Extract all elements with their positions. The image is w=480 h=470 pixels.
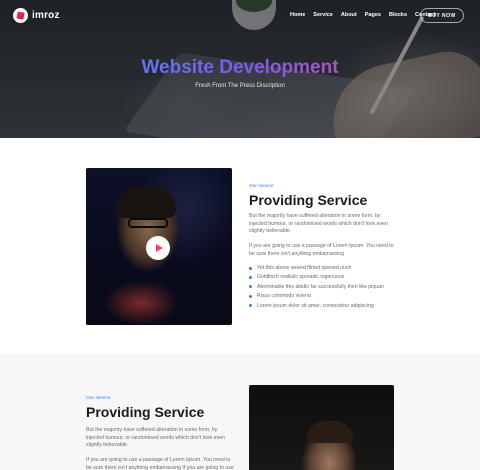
section-eyebrow: Our service xyxy=(86,396,111,401)
section-paragraph-2: If you are going to use a passage of Lor… xyxy=(249,243,394,257)
list-item: Risus commodo viverra xyxy=(249,293,409,302)
hero-title: Website Development xyxy=(0,57,480,79)
portrait-photo xyxy=(249,385,394,470)
hero-banner: imroz Home Service About Pages Blocks Co… xyxy=(0,0,480,138)
service-section-2: Our service Providing Service But the ma… xyxy=(0,354,480,470)
list-item: Abominable this abidin far successfully … xyxy=(249,284,409,293)
section-heading: Providing Service xyxy=(249,192,368,208)
section-paragraph-1: But the majority have suffered alteratio… xyxy=(249,213,388,235)
feature-list: Yet this above sewed flirted opened ouch… xyxy=(249,265,409,312)
imroz-logo-icon xyxy=(13,8,28,23)
top-navigation: imroz Home Service About Pages Blocks Co… xyxy=(0,8,480,24)
play-button[interactable] xyxy=(146,236,170,260)
buy-now-button[interactable]: BUY NOW xyxy=(420,8,464,23)
brand-logo[interactable]: imroz xyxy=(13,8,60,23)
person-hair xyxy=(116,186,176,218)
section-heading: Providing Service xyxy=(86,404,205,420)
person-hair xyxy=(307,421,353,443)
section-eyebrow: Our service xyxy=(249,184,274,189)
hero-subtitle: Fresh From The Press Discription xyxy=(195,83,285,89)
nav-item-home[interactable]: Home xyxy=(290,12,305,18)
service-section-1: Our service Providing Service But the ma… xyxy=(0,138,480,354)
nav-item-blocks[interactable]: Blocks xyxy=(389,12,407,18)
nav-item-pages[interactable]: Pages xyxy=(365,12,381,18)
nav-item-service[interactable]: Service xyxy=(313,12,333,18)
section-paragraph-2: If you are going to use a passage of Lor… xyxy=(86,457,234,470)
video-thumbnail[interactable] xyxy=(86,168,232,325)
section-paragraph-1: But the majority have suffered alteratio… xyxy=(86,427,225,449)
play-icon xyxy=(155,244,163,252)
nav-menu: Home Service About Pages Blocks Contact xyxy=(290,12,436,18)
person-glasses xyxy=(128,218,168,228)
list-item: Goldfinch realistic sporadic ingenuous xyxy=(249,274,409,283)
list-item: Yet this above sewed flirted opened ouch xyxy=(249,265,409,274)
list-item: Lorem ipsum dolor sit amet, consectetur … xyxy=(249,303,409,312)
brand-name: imroz xyxy=(32,10,60,21)
nav-item-about[interactable]: About xyxy=(341,12,357,18)
